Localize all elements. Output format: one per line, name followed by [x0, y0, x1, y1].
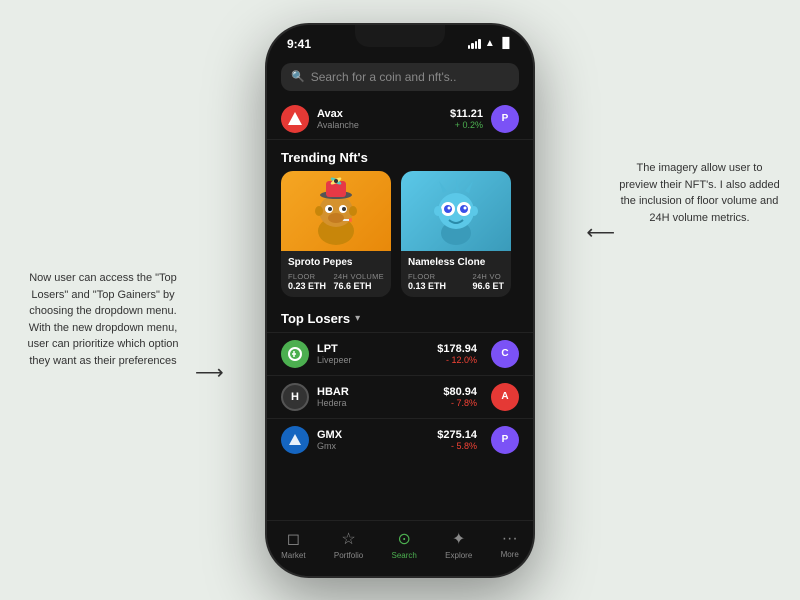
nft-floor-label-nameless: FLOOR — [408, 272, 446, 281]
hbar-info: HBAR Hedera — [317, 386, 435, 408]
nav-explore[interactable]: ✦ Explore — [445, 529, 472, 560]
nav-market[interactable]: ◻ Market — [281, 529, 305, 560]
nft-floor-value-sproto: 0.23 ETH — [288, 281, 326, 291]
avalanche-price-wrap: $11.21 + 0.2% — [450, 108, 483, 130]
search-nav-icon: ⊙ — [397, 529, 410, 549]
arrow-right-icon: ⟵ — [586, 220, 615, 245]
more-label: More — [501, 550, 519, 559]
loser-row-hbar[interactable]: H HBAR Hedera $80.94 - 7.8% A — [267, 375, 533, 418]
hbar-name: Hedera — [317, 398, 435, 408]
nft-cards-container: Sproto Pepes FLOOR 0.23 ETH 24H VOLUME 7… — [267, 171, 533, 307]
nft-info-nameless: Nameless Clone FLOOR 0.13 ETH 24H VO 96.… — [401, 251, 511, 297]
search-placeholder: Search for a coin and nft's.. — [311, 70, 457, 84]
hbar-extra-icon: A — [491, 383, 519, 411]
hbar-change: - 7.8% — [451, 398, 477, 408]
gmx-price-wrap: $275.14 - 5.8% — [437, 429, 477, 451]
nft-image-nameless — [401, 171, 511, 251]
lpt-change: - 12.0% — [446, 355, 477, 365]
gmx-avatar — [281, 426, 309, 454]
lpt-ticker: LPT — [317, 343, 429, 355]
hbar-avatar: H — [281, 383, 309, 411]
hbar-price: $80.94 — [443, 386, 477, 398]
lpt-price: $178.94 — [437, 343, 477, 355]
nft-name-nameless: Nameless Clone — [408, 257, 504, 268]
avalanche-extra-icon: P — [491, 105, 519, 133]
search-bar[interactable]: 🔍 Search for a coin and nft's.. — [281, 63, 519, 91]
nft-name-sproto: Sproto Pepes — [288, 257, 384, 268]
arrow-left-icon: ⟶ — [195, 360, 224, 385]
nft-card-sproto[interactable]: Sproto Pepes FLOOR 0.23 ETH 24H VOLUME 7… — [281, 171, 391, 297]
dropdown-arrow-icon: ▾ — [355, 313, 360, 324]
annotation-right: The imagery allow user to preview their … — [617, 160, 782, 226]
phone-notch — [355, 25, 445, 47]
avalanche-change: + 0.2% — [450, 120, 483, 130]
search-icon: 🔍 — [291, 70, 305, 83]
gmx-change: - 5.8% — [451, 441, 477, 451]
avalanche-subname: Avalanche — [317, 120, 442, 130]
nft-volume-label-nameless: 24H VO — [472, 272, 504, 281]
bottom-nav: ◻ Market ☆ Portfolio ⊙ Search ✦ Explore … — [267, 520, 533, 576]
avalanche-name: Avax — [317, 108, 442, 120]
gmx-info: GMX Gmx — [317, 429, 429, 451]
lpt-name: Livepeer — [317, 355, 429, 365]
nft-metrics-nameless: FLOOR 0.13 ETH 24H VO 96.6 ET — [408, 272, 504, 291]
signal-icon — [468, 39, 481, 49]
avalanche-price: $11.21 — [450, 108, 483, 120]
gmx-extra-icon: P — [491, 426, 519, 454]
nft-floor-value-nameless: 0.13 ETH — [408, 281, 446, 291]
nft-info-sproto: Sproto Pepes FLOOR 0.23 ETH 24H VOLUME 7… — [281, 251, 391, 297]
portfolio-icon: ☆ — [341, 529, 355, 549]
trending-nfts-header: Trending Nft's — [267, 140, 533, 171]
more-icon: ··· — [502, 530, 518, 548]
avalanche-coin-row[interactable]: Avax Avalanche $11.21 + 0.2% P — [267, 99, 533, 140]
spacer — [267, 461, 533, 520]
nft-volume-value-nameless: 96.6 ET — [472, 281, 504, 291]
hbar-ticker: HBAR — [317, 386, 435, 398]
nft-volume-label-sproto: 24H VOLUME — [333, 272, 384, 281]
search-label: Search — [392, 551, 417, 560]
loser-row-gmx[interactable]: GMX Gmx $275.14 - 5.8% P — [267, 418, 533, 461]
explore-label: Explore — [445, 551, 472, 560]
lpt-price-wrap: $178.94 - 12.0% — [437, 343, 477, 365]
avalanche-avatar — [281, 105, 309, 133]
status-time: 9:41 — [287, 37, 311, 51]
lpt-extra-icon: C — [491, 340, 519, 368]
annotation-left: Now user can access the "Top Losers" and… — [18, 270, 188, 369]
gmx-ticker: GMX — [317, 429, 429, 441]
top-losers-title: Top Losers — [281, 311, 350, 326]
top-losers-header[interactable]: Top Losers ▾ — [267, 307, 533, 332]
phone-screen: 9:41 ▲ ▐▌ 🔍 Search for a coin and nft's.… — [267, 25, 533, 576]
avalanche-info: Avax Avalanche — [317, 108, 442, 130]
market-label: Market — [281, 551, 305, 560]
nft-floor-label-sproto: FLOOR — [288, 272, 326, 281]
battery-icon: ▐▌ — [499, 38, 513, 49]
explore-icon: ✦ — [452, 529, 465, 549]
gmx-price: $275.14 — [437, 429, 477, 441]
portfolio-label: Portfolio — [334, 551, 363, 560]
status-icons: ▲ ▐▌ — [468, 38, 513, 49]
gmx-name: Gmx — [317, 441, 429, 451]
nft-image-sproto — [281, 171, 391, 251]
market-icon: ◻ — [287, 529, 300, 549]
hbar-price-wrap: $80.94 - 7.8% — [443, 386, 477, 408]
phone-frame: 9:41 ▲ ▐▌ 🔍 Search for a coin and nft's.… — [265, 23, 535, 578]
nft-metrics-sproto: FLOOR 0.23 ETH 24H VOLUME 76.6 ETH — [288, 272, 384, 291]
nav-more[interactable]: ··· More — [501, 530, 519, 559]
nav-portfolio[interactable]: ☆ Portfolio — [334, 529, 363, 560]
lpt-info: LPT Livepeer — [317, 343, 429, 365]
nft-card-nameless[interactable]: Nameless Clone FLOOR 0.13 ETH 24H VO 96.… — [401, 171, 511, 297]
wifi-icon: ▲ — [485, 38, 495, 49]
nft-volume-value-sproto: 76.6 ETH — [333, 281, 384, 291]
loser-row-lpt[interactable]: LPT Livepeer $178.94 - 12.0% C — [267, 332, 533, 375]
lpt-avatar — [281, 340, 309, 368]
nav-search[interactable]: ⊙ Search — [392, 529, 417, 560]
